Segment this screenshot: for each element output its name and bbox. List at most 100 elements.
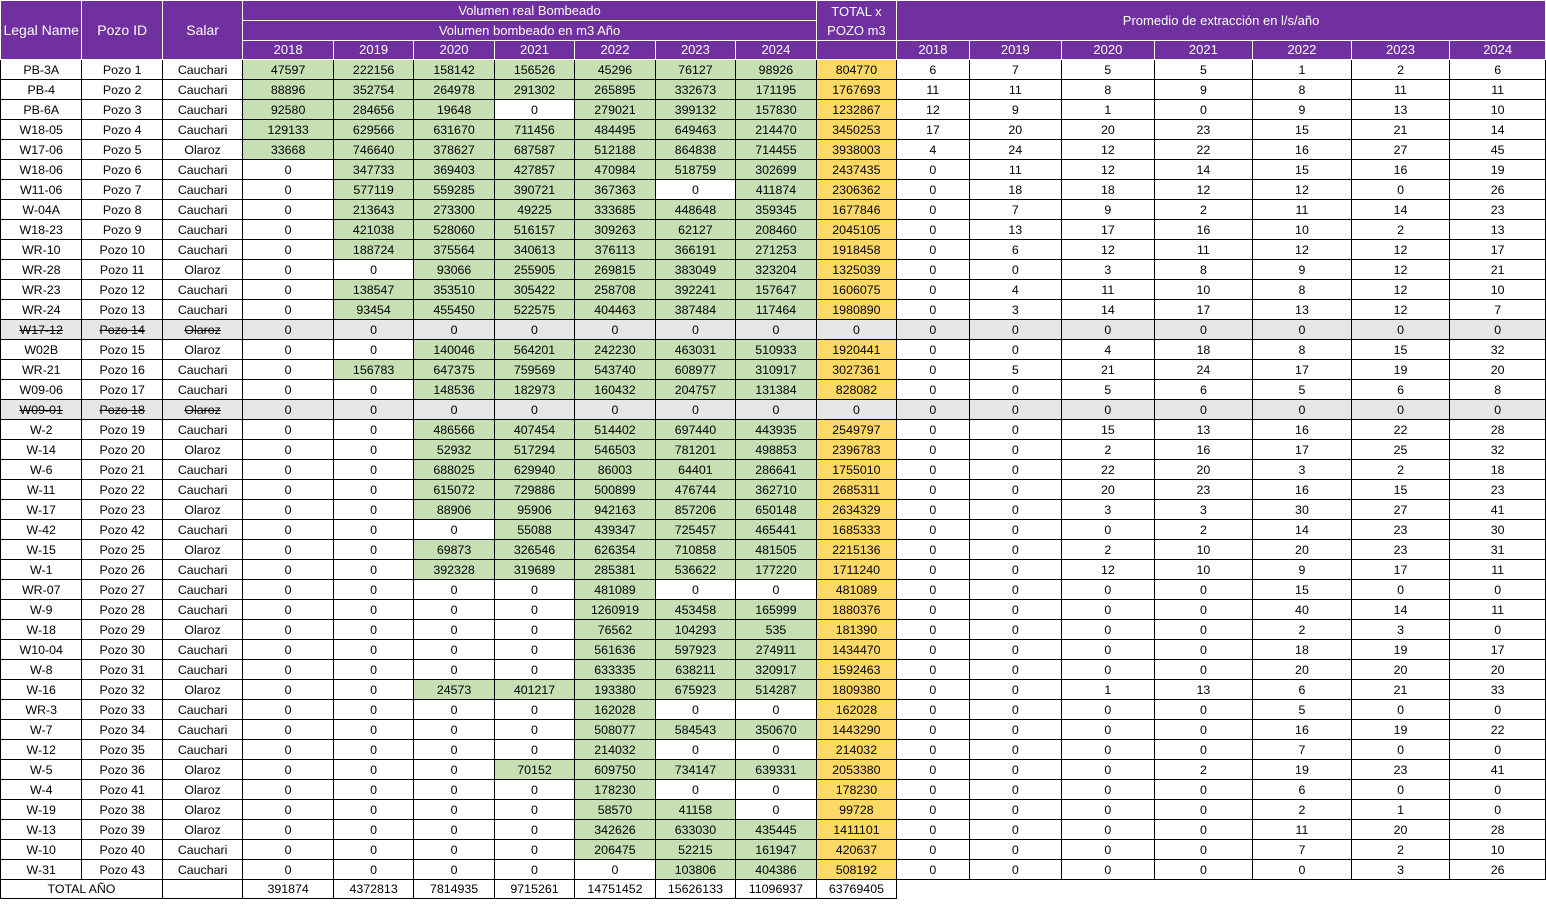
cell-average-2019[interactable]: 0 [968, 799, 1063, 820]
cell-average-2022[interactable]: 5 [1252, 699, 1352, 720]
cell-volume-2021[interactable]: 0 [493, 739, 576, 760]
cell-volume-2018[interactable]: 0 [242, 739, 334, 760]
cell-volume-2023[interactable]: 649463 [654, 119, 737, 140]
cell-pozo-id[interactable]: Pozo 19 [81, 419, 163, 440]
cell-volume-2021[interactable]: 55088 [493, 519, 576, 540]
cell-average-2022[interactable]: 15 [1252, 119, 1352, 140]
cell-volume-2021[interactable]: 340613 [493, 239, 576, 260]
cell-average-2020[interactable]: 0 [1061, 839, 1155, 860]
cell-average-2022[interactable]: 12 [1252, 239, 1352, 260]
cell-salar[interactable]: Cauchari [161, 579, 244, 600]
header-salar[interactable]: Salar [161, 0, 244, 60]
cell-volume-2024[interactable]: 0 [735, 739, 817, 760]
cell-average-2024[interactable]: 21 [1449, 259, 1546, 280]
cell-volume-2018[interactable]: 0 [242, 359, 334, 380]
cell-average-2020[interactable]: 5 [1061, 59, 1155, 80]
cell-volume-2020[interactable]: 0 [413, 619, 495, 640]
cell-volume-2018[interactable]: 0 [242, 679, 334, 700]
cell-average-2024[interactable]: 22 [1449, 719, 1546, 740]
cell-volume-2024[interactable]: 404386 [735, 859, 817, 880]
cell-salar[interactable]: Olaroz [161, 399, 244, 420]
cell-volume-2020[interactable]: 0 [413, 739, 495, 760]
table-row[interactable]: W17-06 Pozo 5 Olaroz 33668 746640 378627 68758… [0, 139, 1546, 160]
cell-volume-2022[interactable]: 0 [574, 859, 656, 880]
cell-legal-name[interactable]: W-1 [0, 559, 83, 580]
cell-volume-2024[interactable]: 0 [735, 399, 817, 420]
cell-average-2021[interactable]: 5 [1153, 59, 1254, 80]
cell-volume-2019[interactable]: 0 [332, 539, 415, 560]
cell-average-2019[interactable]: 0 [968, 459, 1063, 480]
cell-total-pozo[interactable]: 1606075 [815, 279, 898, 300]
cell-average-2021[interactable]: 0 [1153, 719, 1254, 740]
cell-total-pozo[interactable]: 1411101 [815, 819, 898, 840]
cell-average-2024[interactable]: 18 [1449, 459, 1546, 480]
cell-legal-name[interactable]: WR-21 [0, 359, 83, 380]
cell-average-2024[interactable]: 0 [1449, 799, 1546, 820]
cell-average-2022[interactable]: 8 [1252, 279, 1352, 300]
cell-volume-2021[interactable]: 0 [493, 719, 576, 740]
cell-average-2023[interactable]: 2 [1350, 59, 1451, 80]
table-row[interactable]: W11-06 Pozo 7 Cauchari 0 577119 559285 390721 3… [0, 179, 1546, 200]
cell-average-2022[interactable]: 11 [1252, 199, 1352, 220]
cell-salar[interactable]: Olaroz [161, 799, 244, 820]
cell-volume-2023[interactable]: 366191 [654, 239, 737, 260]
cell-volume-2024[interactable]: 435445 [735, 819, 817, 840]
cell-volume-2023[interactable]: 518759 [654, 159, 737, 180]
cell-volume-2023[interactable]: 0 [654, 579, 737, 600]
table-row[interactable]: W-9 Pozo 28 Cauchari 0 0 0 0 1260919 453458 16599… [0, 599, 1546, 620]
cell-volume-2019[interactable]: 138547 [332, 279, 415, 300]
cell-average-2023[interactable]: 12 [1350, 259, 1451, 280]
cell-volume-2018[interactable]: 0 [242, 779, 334, 800]
cell-average-2020[interactable]: 0 [1061, 699, 1155, 720]
cell-total-pozo[interactable]: 99728 [815, 799, 898, 820]
header-volume-title[interactable]: Volumen real Bombeado [242, 0, 817, 21]
cell-average-2020[interactable]: 0 [1061, 399, 1155, 420]
cell-average-2024[interactable]: 0 [1449, 779, 1546, 800]
cell-average-2020[interactable]: 14 [1061, 299, 1155, 320]
cell-volume-2024[interactable]: 161947 [735, 839, 817, 860]
cell-average-2022[interactable]: 8 [1252, 339, 1352, 360]
cell-volume-2024[interactable]: 443935 [735, 419, 817, 440]
cell-average-2018[interactable]: 0 [896, 399, 970, 420]
cell-average-2023[interactable]: 27 [1350, 139, 1451, 160]
cell-salar[interactable]: Olaroz [161, 759, 244, 780]
cell-average-2021[interactable]: 0 [1153, 739, 1254, 760]
cell-average-2019[interactable]: 0 [968, 439, 1063, 460]
cell-salar[interactable]: Olaroz [161, 679, 244, 700]
cell-volume-2022[interactable]: 285381 [574, 559, 656, 580]
cell-volume-2024[interactable]: 286641 [735, 459, 817, 480]
cell-volume-2020[interactable]: 19648 [413, 99, 495, 120]
cell-average-2021[interactable]: 9 [1153, 79, 1254, 100]
cell-total-pozo[interactable]: 420637 [815, 839, 898, 860]
cell-total-pozo[interactable]: 508192 [815, 859, 898, 880]
cell-volume-2018[interactable]: 0 [242, 499, 334, 520]
cell-total-pozo[interactable]: 181390 [815, 619, 898, 640]
total-year-2023[interactable]: 15626133 [654, 879, 737, 899]
cell-volume-2020[interactable]: 140046 [413, 339, 495, 360]
cell-average-2018[interactable]: 0 [896, 519, 970, 540]
cell-volume-2021[interactable]: 401217 [493, 679, 576, 700]
cell-average-2023[interactable]: 14 [1350, 599, 1451, 620]
total-year-2022[interactable]: 14751452 [574, 879, 656, 899]
cell-volume-2022[interactable]: 258708 [574, 279, 656, 300]
cell-volume-2020[interactable]: 0 [413, 639, 495, 660]
cell-total-pozo[interactable]: 3450253 [815, 119, 898, 140]
cell-legal-name[interactable]: W-19 [0, 799, 83, 820]
cell-average-2023[interactable]: 21 [1350, 119, 1451, 140]
cell-volume-2022[interactable]: 193380 [574, 679, 656, 700]
cell-average-2019[interactable]: 0 [968, 539, 1063, 560]
cell-volume-2024[interactable]: 157647 [735, 279, 817, 300]
cell-average-2021[interactable]: 2 [1153, 519, 1254, 540]
cell-average-2021[interactable]: 3 [1153, 499, 1254, 520]
table-row[interactable]: WR-24 Pozo 13 Cauchari 0 93454 455450 522575 40… [0, 299, 1546, 320]
cell-average-2024[interactable]: 10 [1449, 279, 1546, 300]
cell-average-2021[interactable]: 23 [1153, 119, 1254, 140]
cell-average-2021[interactable]: 11 [1153, 239, 1254, 260]
cell-average-2024[interactable]: 33 [1449, 679, 1546, 700]
cell-volume-2024[interactable]: 171195 [735, 79, 817, 100]
cell-average-2021[interactable]: 16 [1153, 439, 1254, 460]
cell-volume-2023[interactable]: 104293 [654, 619, 737, 640]
cell-volume-2024[interactable]: 498853 [735, 439, 817, 460]
cell-pozo-id[interactable]: Pozo 43 [81, 859, 163, 880]
cell-pozo-id[interactable]: Pozo 5 [81, 139, 163, 160]
